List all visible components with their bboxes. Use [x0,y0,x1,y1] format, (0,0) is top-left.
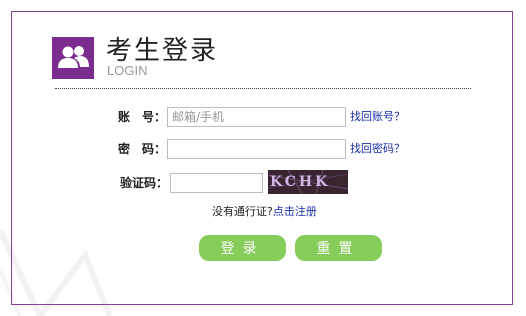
divider [55,88,471,89]
recover-password-link[interactable]: 找回密码？ [350,139,405,159]
register-prompt: 没有通行证? [212,205,273,218]
password-input[interactable] [167,139,346,159]
users-icon [58,46,89,68]
account-label: 账 号： [117,110,166,124]
reset-button[interactable]: 重置 [295,235,382,261]
captcha-label: 验证码： [119,176,168,190]
password-label: 密 码： [117,142,166,156]
logo [52,37,94,79]
recover-account-link[interactable]: 找回账号？ [350,107,405,127]
page-subtitle: LOGIN [107,63,148,78]
captcha-image[interactable]: KCHK [268,170,348,194]
register-line: 没有通行证?点击注册 [212,204,317,220]
captcha-text: KCHK [270,174,331,190]
account-input[interactable] [167,107,346,127]
login-button[interactable]: 登录 [199,235,286,261]
register-link[interactable]: 点击注册 [273,205,317,218]
captcha-input[interactable] [170,173,263,193]
page-title: 考生登录 [106,36,219,66]
